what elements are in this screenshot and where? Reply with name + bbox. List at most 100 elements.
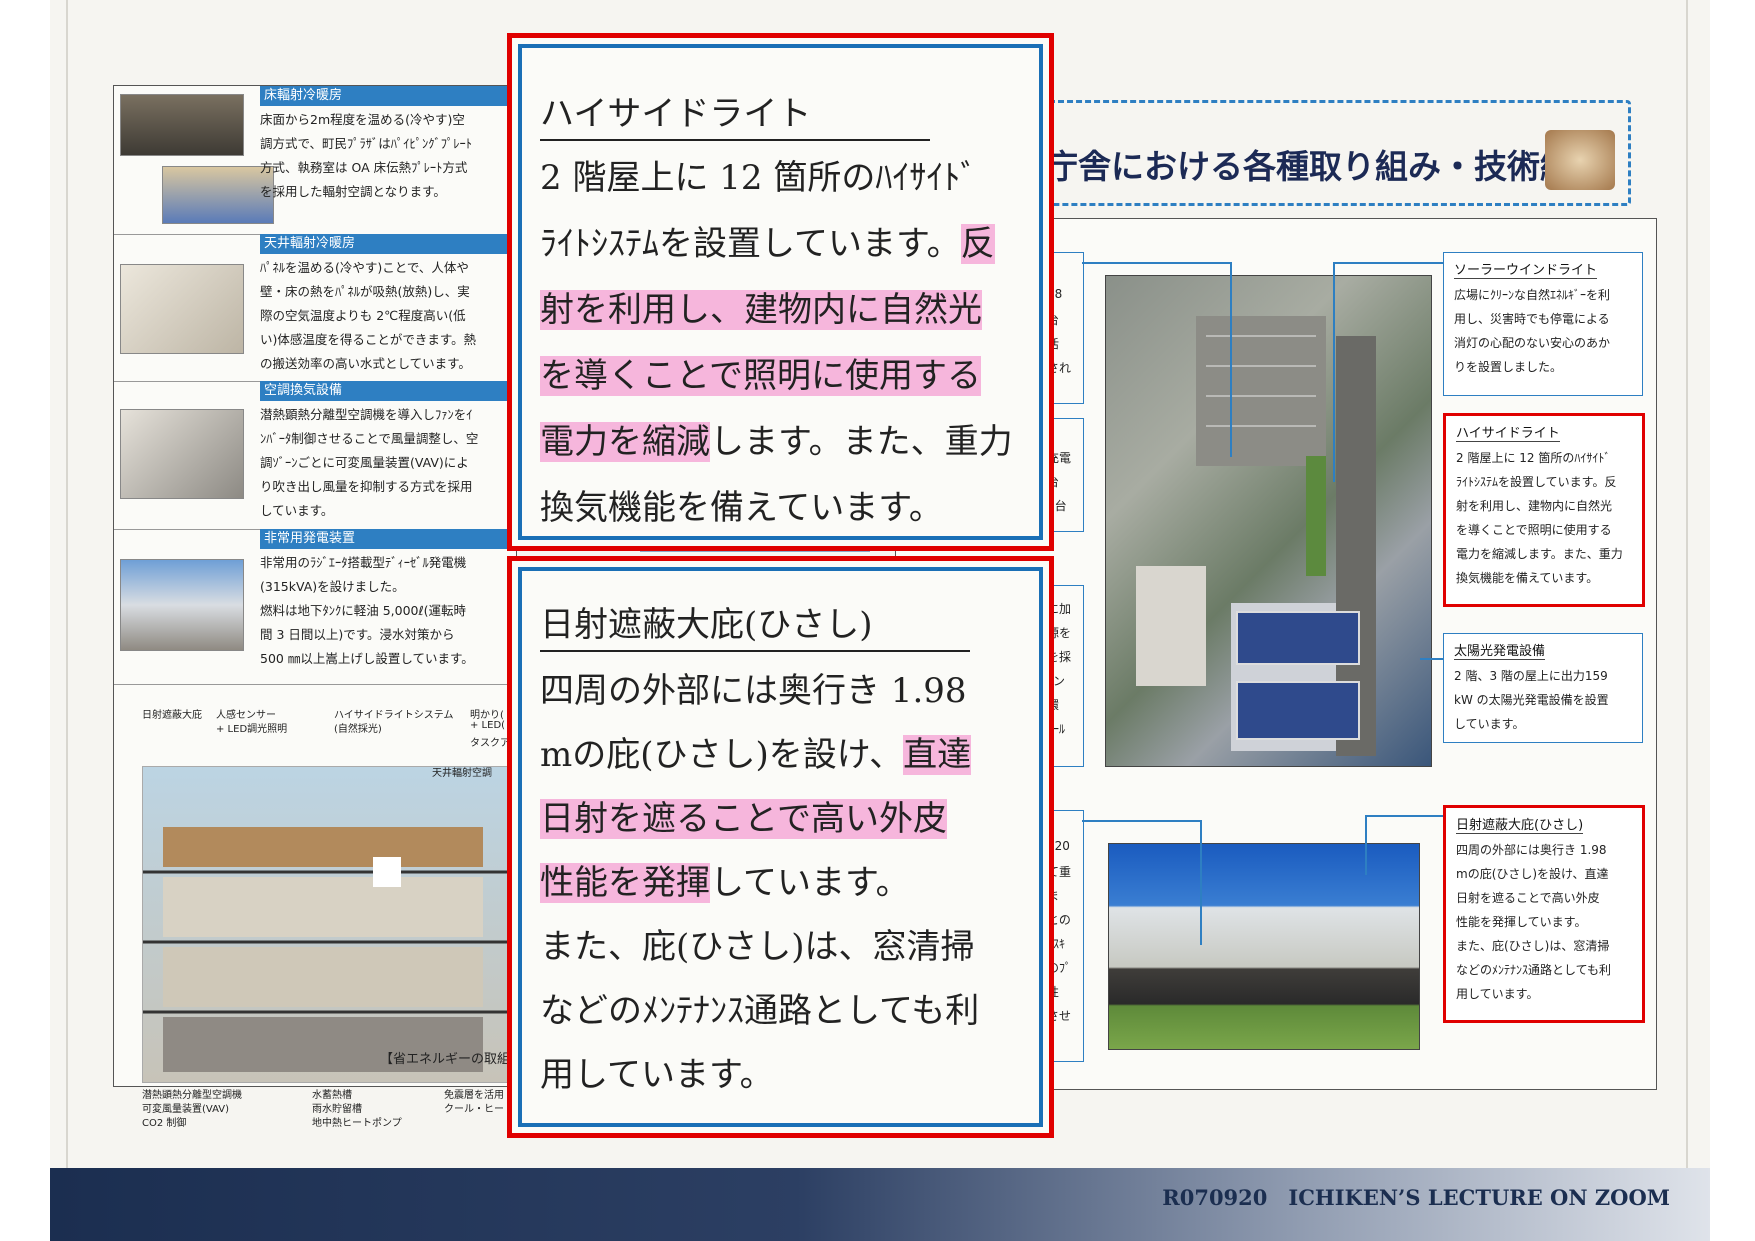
diagram-label: 地中熱ヒートポンプ xyxy=(312,1118,402,1129)
page-edge xyxy=(1686,0,1688,1180)
callout-line: 換気機能を備えています。 xyxy=(1456,571,1599,585)
zoom-text: mの庇(ひさし)を設け、 xyxy=(540,735,904,775)
diagram-label: + LED調光照明 xyxy=(216,724,288,735)
callout-line: mの庇(ひさし)を設け、直達 xyxy=(1456,867,1609,881)
page-edge xyxy=(66,0,68,1180)
callout-line: などのﾒﾝﾃﾅﾝｽ通路としても利 xyxy=(1456,963,1612,977)
diagram-label: 水蓄熱槽 xyxy=(312,1090,352,1101)
solar-panel-array xyxy=(1236,611,1360,665)
zoom-highlight: 射を利用し、建物内に自然光 xyxy=(540,290,982,330)
row-body-line: 調方式で、町民ﾌﾟﾗｻﾞはﾊﾟｲﾋﾟﾝｸﾞﾌﾟﾚｰﾄ xyxy=(260,136,473,151)
floor-radiant-photo xyxy=(120,94,244,156)
zoom-text: しています。 xyxy=(710,863,910,903)
zoom-line: 射を利用し、建物内に自然光 xyxy=(540,282,982,331)
zoom-highlight: 直達 xyxy=(903,735,972,775)
connector-line xyxy=(1082,820,1202,822)
diagram-label: タスクア xyxy=(470,738,510,749)
callout-line: 性能を発揮しています。 xyxy=(1456,915,1587,929)
footer-text: R070920 ICHIKEN’S LECTURE ON ZOOM xyxy=(1162,1185,1670,1210)
callout-line: 2 階屋上に 12 箇所のﾊｲｻｲﾄﾞ xyxy=(1456,451,1611,465)
zoom-highlight: 電力を縮減 xyxy=(540,422,710,462)
row-body-line: 方式、執務室は OA 床伝熱ﾌﾟﾚｰﾄ方式 xyxy=(260,160,468,175)
zoom-highlight: を導くことで照明に使用する xyxy=(540,356,981,396)
row-body-line: の搬送効率の高い水式としています。 xyxy=(260,356,471,371)
ceiling-radiant-photo xyxy=(120,264,244,354)
row-body-line: 際の空気温度よりも 2℃程度高い(低 xyxy=(260,308,466,323)
diagram-label: 免震層を活用 xyxy=(444,1090,504,1101)
callout-title: ソーラーウインドライト xyxy=(1454,259,1598,279)
zoom-text: します。また、重力 xyxy=(710,422,1013,462)
callout-line: 広場にｸﾘｰﾝな自然ｴﾈﾙｷﾞｰを利 xyxy=(1454,288,1611,302)
callout-line: 用しています。 xyxy=(1456,987,1539,1001)
zoom-line: 性能を発揮しています。 xyxy=(540,855,910,904)
row-heading: 床輻射冷暖房 xyxy=(260,86,516,106)
diagram-caption: 【省エネルギーの取組 xyxy=(380,1052,511,1067)
connector-line xyxy=(1200,820,1202,945)
feature-row: 床輻射冷暖房 床面から2m程度を温める(冷やす)空 調方式で、町民ﾌﾟﾗｻﾞはﾊ… xyxy=(114,86,516,235)
zoom-line: 日射を遮ることで高い外皮 xyxy=(540,791,947,840)
feature-row: 非常用発電装置 非常用のﾗｼﾞｴｰﾀ搭載型ﾃﾞｨｰｾﾞﾙ発電機 (315kVA)… xyxy=(114,529,516,685)
callout-sun-shade-eaves: 日射遮蔽大庇(ひさし) 四周の外部には奥行き 1.98 mの庇(ひさし)を設け、… xyxy=(1443,805,1645,1023)
diagram-label: 人感センサー xyxy=(216,710,276,721)
energy-section-diagram: 日射遮蔽大庇 人感センサー + LED調光照明 ハイサイドライトシステム (自然… xyxy=(114,686,518,1129)
building-exterior-photo xyxy=(1108,843,1420,1050)
zoom-box-high-side-light: ハイサイドライト 2 階屋上に 12 箇所のﾊｲｻｲﾄﾞ ﾗｲﾄｼｽﾃﾑを設置し… xyxy=(507,33,1054,551)
diagram-label: 天井輻射空調 xyxy=(432,768,492,779)
feature-row: 空調換気設備 潜熱顕熱分離型空調機を導入しﾌｧﾝをｲ ﾝﾊﾞｰﾀ制御させることで… xyxy=(114,381,516,530)
diagram-label: クール・ヒー xyxy=(444,1104,504,1115)
connector-line xyxy=(1333,262,1335,482)
diagram-label: 可変風量装置(VAV) xyxy=(142,1104,230,1115)
floor-radiant-photo-2 xyxy=(162,166,274,224)
solar-panel-array xyxy=(1236,681,1360,740)
row-body-line: ﾝﾊﾞｰﾀ制御させることで風量調整し、空 xyxy=(260,431,479,446)
callout-line: また、庇(ひさし)は、窓清掃 xyxy=(1456,939,1610,953)
connector-line xyxy=(1082,262,1232,264)
zoom-line: 電力を縮減します。また、重力 xyxy=(540,414,1013,463)
aerial-photo xyxy=(1105,275,1432,767)
row-body: ﾊﾟﾈﾙを温める(冷やす)ことで、人体や 壁・床の熱をﾊﾟﾈﾙが吸熱(放熱)し、… xyxy=(260,256,514,376)
row-body: 非常用のﾗｼﾞｴｰﾀ搭載型ﾃﾞｨｰｾﾞﾙ発電機 (315kVA)を設けました。 … xyxy=(260,551,514,671)
row-body-line: い)体感温度を得ることができます。熱 xyxy=(260,332,477,347)
diagram-label: 日射遮蔽大庇 xyxy=(142,710,202,721)
zoom-line: ﾗｲﾄｼｽﾃﾑを設置しています。反 xyxy=(540,216,995,265)
connector-line xyxy=(1420,658,1445,660)
callout-title: 太陽光発電設備 xyxy=(1454,640,1546,660)
connector-line xyxy=(1333,262,1443,264)
callout-line: 2 階、3 階の屋上に出力159 xyxy=(1454,669,1608,683)
zoom-highlight: 反 xyxy=(960,224,995,264)
callout-line: 消灯の心配のない安心のあか xyxy=(1454,336,1611,350)
callout-line: りを設置しました。 xyxy=(1454,360,1563,374)
callout-line: を導くことで照明に使用する xyxy=(1456,523,1612,537)
feature-row: 天井輻射冷暖房 ﾊﾟﾈﾙを温める(冷やす)ことで、人体や 壁・床の熱をﾊﾟﾈﾙが… xyxy=(114,234,516,382)
row-body-line: 間 3 日間以上)です。浸水対策から xyxy=(260,627,455,642)
row-heading: 天井輻射冷暖房 xyxy=(260,234,516,254)
footer-bar: R070920 ICHIKEN’S LECTURE ON ZOOM xyxy=(50,1168,1710,1241)
row-body-line: 500 ㎜以上嵩上げし設置しています。 xyxy=(260,651,474,666)
row-body-line: を採用した輻射空調となります。 xyxy=(260,184,446,199)
zoom-line: mの庇(ひさし)を設け、直達 xyxy=(540,727,972,776)
diagram-label: 明かり( xyxy=(470,710,504,721)
row-body-line: 壁・床の熱をﾊﾟﾈﾙが吸熱(放熱)し、実 xyxy=(260,284,470,299)
zoom-text: ﾗｲﾄｼｽﾃﾑを設置しています。 xyxy=(540,224,961,264)
callout-body: 四周の外部には奥行き 1.98 mの庇(ひさし)を設け、直達 日射を遮ることで高… xyxy=(1456,838,1632,1006)
diagram-label: ハイサイドライトシステム xyxy=(334,710,454,721)
diagram-label: (自然採光) xyxy=(334,724,382,735)
zoom-line: 用しています。 xyxy=(540,1055,774,1095)
zoom-line: を導くことで照明に使用する xyxy=(540,348,981,397)
left-brochure-panel: 床輻射冷暖房 床面から2m程度を温める(冷やす)空 調方式で、町民ﾌﾟﾗｻﾞはﾊ… xyxy=(113,85,518,1129)
zoom-line: などのﾒﾝﾃﾅﾝｽ通路としても利 xyxy=(540,991,980,1031)
hvac-photo xyxy=(120,409,244,499)
callout-title: 日射遮蔽大庇(ひさし) xyxy=(1456,814,1584,834)
zoom-title: ハイサイドライト xyxy=(540,86,930,141)
connector-line xyxy=(1365,815,1367,875)
connector-line xyxy=(1230,262,1232,457)
diagram-label: + LED( xyxy=(470,720,506,731)
callout-high-side-light: ハイサイドライト 2 階屋上に 12 箇所のﾊｲｻｲﾄﾞ ﾗｲﾄｼｽﾃﾑを設置し… xyxy=(1443,413,1645,607)
section-title: 庁舎における各種取り組み・技術編 xyxy=(1045,147,1573,186)
section-svg xyxy=(143,827,517,1072)
logo-icon xyxy=(1545,130,1615,190)
callout-solar-wind-light: ソーラーウインドライト 広場にｸﾘｰﾝな自然ｴﾈﾙｷﾞｰを利 用し、災害時でも停… xyxy=(1443,252,1643,396)
diagram-label: 雨水貯留槽 xyxy=(312,1104,362,1115)
zoom-line: 四周の外部には奥行き 1.98 xyxy=(540,671,967,711)
building-section-illustration xyxy=(142,766,518,1083)
